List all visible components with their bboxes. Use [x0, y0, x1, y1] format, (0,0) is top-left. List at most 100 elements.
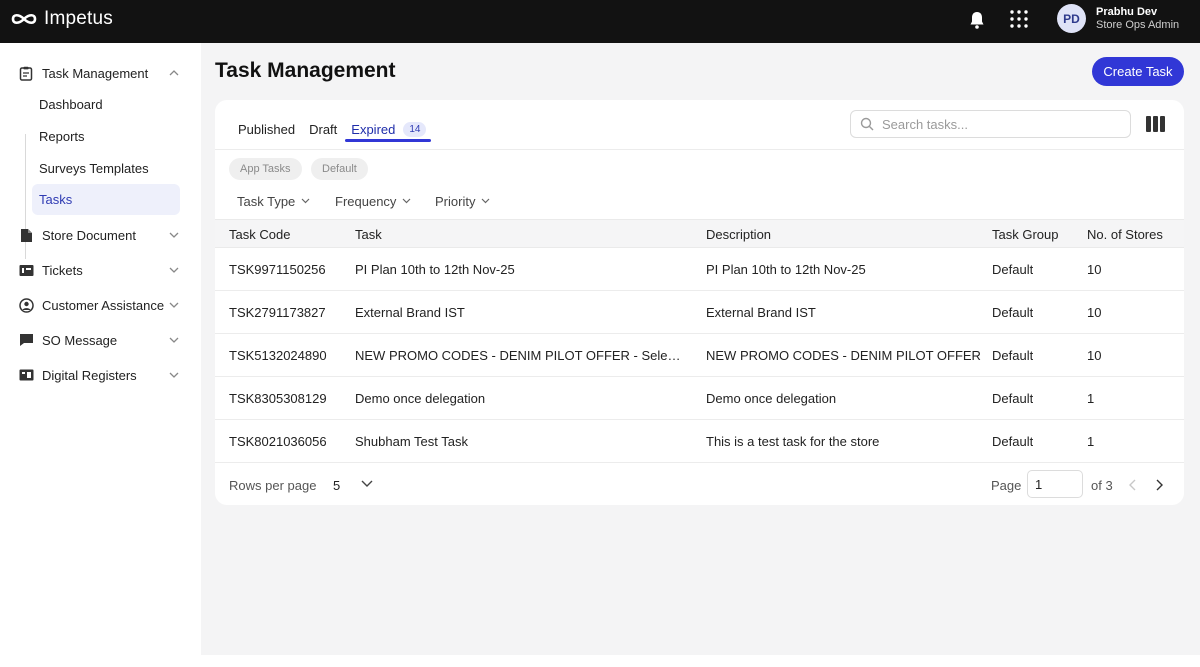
table-row[interactable]: TSK2791173827 External Brand IST Externa… — [215, 291, 1184, 334]
chevron-up-icon — [169, 70, 179, 76]
column-header[interactable]: Description — [706, 227, 771, 242]
main-content: Task Management Create Task Published Dr… — [201, 43, 1200, 655]
description-cell: NEW PROMO CODES - DENIM PILOT OFFER — [706, 348, 981, 363]
task-group-cell: Default — [992, 305, 1034, 320]
search-input[interactable] — [882, 116, 1112, 132]
description-cell: Demo once delegation — [706, 391, 837, 406]
column-header[interactable]: Task Group — [992, 227, 1058, 242]
chevron-down-icon — [169, 337, 179, 343]
sidebar-item-reports[interactable]: Reports — [32, 121, 180, 152]
task-group-cell: Default — [992, 434, 1034, 449]
app-logo[interactable]: Impetus — [10, 8, 113, 30]
user-name: Prabhu Dev — [1096, 6, 1158, 18]
sidebar-group-label: Store Document — [42, 227, 136, 243]
user-avatar[interactable]: PD — [1057, 4, 1086, 33]
filter-task-type[interactable]: Task Type — [237, 192, 310, 210]
rows-per-page-select[interactable]: 5 — [333, 478, 340, 493]
tab-expired[interactable]: Expired 14 — [351, 117, 427, 141]
active-tab-indicator — [345, 139, 431, 142]
app-name: Impetus — [44, 8, 113, 29]
page-title: Task Management — [215, 59, 396, 82]
description-cell: PI Plan 10th to 12th Nov-25 — [706, 262, 866, 277]
ticket-icon — [18, 262, 34, 278]
chevron-down-icon — [169, 372, 179, 378]
page-total: of 3 — [1091, 478, 1113, 493]
task-group-cell: Default — [992, 262, 1034, 277]
task-cell: External Brand IST — [355, 305, 465, 320]
tab-draft[interactable]: Draft — [309, 117, 337, 141]
column-header[interactable]: Task — [355, 227, 382, 242]
chevron-left-icon[interactable] — [1126, 478, 1140, 492]
sidebar-group-digital-registers[interactable]: Digital Registers — [18, 362, 180, 388]
sidebar-item-surveys-templates[interactable]: Surveys Templates — [32, 153, 180, 184]
filter-label: Task Type — [237, 193, 296, 209]
page-number-input[interactable] — [1027, 470, 1083, 498]
sidebar-group-store-document[interactable]: Store Document — [18, 222, 180, 248]
task-cell: NEW PROMO CODES - DENIM PILOT OFFER - Se… — [355, 348, 685, 363]
person-icon — [18, 297, 34, 313]
impetus-logo-icon — [11, 13, 37, 25]
sidebar-item-tasks[interactable]: Tasks — [32, 184, 180, 215]
table-row[interactable]: TSK9971150256 PI Plan 10th to 12th Nov-2… — [215, 248, 1184, 291]
sidebar-group-label: Digital Registers — [42, 367, 137, 383]
sidebar-item-dashboard[interactable]: Dashboard — [32, 89, 180, 120]
rows-per-page-label: Rows per page — [229, 478, 317, 493]
task-code-cell: TSK8305308129 — [229, 391, 327, 406]
tab-label: Draft — [309, 121, 338, 137]
create-task-button[interactable]: Create Task — [1092, 57, 1184, 86]
sidebar-group-so-message[interactable]: SO Message — [18, 327, 180, 353]
task-code-cell: TSK5132024890 — [229, 348, 327, 363]
task-code-cell: TSK9971150256 — [229, 262, 326, 277]
column-settings-icon[interactable] — [1146, 116, 1165, 132]
sidebar-group-tickets[interactable]: Tickets — [18, 257, 180, 283]
task-cell: PI Plan 10th to 12th Nov-25 — [355, 262, 515, 277]
column-header[interactable]: No. of Stores — [1087, 227, 1163, 242]
task-cell: Shubham Test Task — [355, 434, 468, 449]
chevron-down-icon[interactable] — [361, 480, 373, 488]
tasks-card: Published Draft Expired 14 App Tasks Def… — [215, 100, 1184, 505]
notification-bell-icon[interactable] — [966, 9, 988, 31]
filter-label: Frequency — [335, 193, 397, 209]
chevron-down-icon — [169, 267, 179, 273]
sidebar-group-task-management[interactable]: Task Management — [18, 60, 180, 86]
table-row[interactable]: TSK8305308129 Demo once delegation Demo … — [215, 377, 1184, 420]
task-code-cell: TSK2791173827 — [229, 305, 326, 320]
sidebar-group-customer-assistance[interactable]: Customer Assistance — [18, 292, 180, 318]
tab-label: Published — [238, 121, 296, 137]
table-header: Task Code Task Description Task Group No… — [215, 219, 1184, 248]
chevron-down-icon — [169, 302, 179, 308]
search-box[interactable] — [850, 110, 1131, 138]
sidebar-group-label: Tickets — [42, 262, 83, 278]
sidebar-group-label: Customer Assistance — [42, 297, 165, 313]
task-cell: Demo once delegation — [355, 391, 486, 406]
filter-frequency[interactable]: Frequency — [335, 192, 411, 210]
document-icon — [18, 227, 34, 243]
store-count-cell: 10 — [1087, 348, 1102, 363]
filter-chip-app-tasks[interactable]: App Tasks — [229, 158, 302, 180]
sidebar: Task Management Dashboard Reports Survey… — [0, 43, 201, 667]
filter-chip-default[interactable]: Default — [311, 158, 368, 180]
tab-label: Expired — [351, 121, 396, 137]
chevron-down-icon — [402, 198, 411, 204]
filter-priority[interactable]: Priority — [435, 192, 490, 210]
chevron-right-icon[interactable] — [1152, 478, 1166, 492]
description-cell: This is a test task for the store — [706, 434, 880, 449]
store-count-cell: 1 — [1087, 391, 1095, 406]
table-row[interactable]: TSK5132024890 NEW PROMO CODES - DENIM PI… — [215, 334, 1184, 377]
task-group-cell: Default — [992, 391, 1034, 406]
message-icon — [18, 332, 34, 348]
filter-label: Priority — [435, 193, 476, 209]
column-header[interactable]: Task Code — [229, 227, 290, 242]
status-tabs: Published Draft Expired 14 — [238, 117, 440, 141]
description-cell: External Brand IST — [706, 305, 816, 320]
top-bar: Impetus PD Prabhu Dev Store Ops Admin — [0, 0, 1200, 43]
apps-grid-icon[interactable] — [1009, 9, 1029, 29]
divider — [215, 149, 1184, 150]
count-badge: 14 — [403, 121, 427, 137]
task-code-cell: TSK8021036056 — [229, 434, 327, 449]
page-label: Page — [991, 478, 1022, 493]
tab-published[interactable]: Published — [238, 117, 295, 141]
store-count-cell: 1 — [1087, 434, 1095, 449]
chevron-down-icon — [301, 198, 310, 204]
table-row[interactable]: TSK8021036056 Shubham Test Task This is … — [215, 420, 1184, 463]
